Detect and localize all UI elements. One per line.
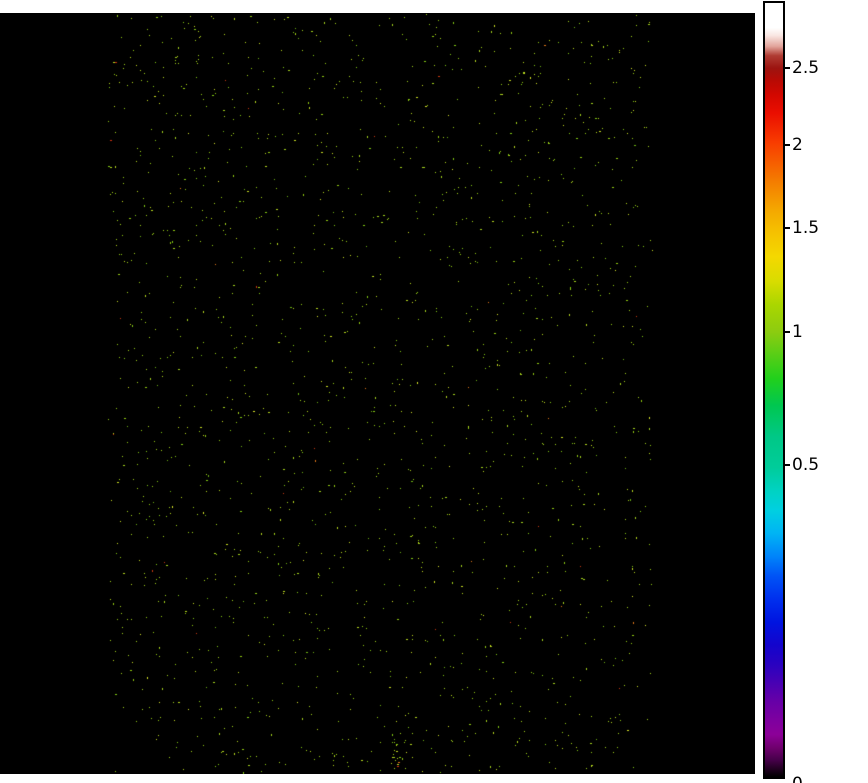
colorbar-tick <box>785 464 790 466</box>
colorbar-tick <box>785 331 790 333</box>
colorbar-tick-label: 1.5 <box>792 218 820 238</box>
colorbar-tick <box>785 227 790 229</box>
colorbar-tick <box>785 67 790 69</box>
colorbar-tick-label: 1 <box>792 322 803 342</box>
figure: 2.5 2 1.5 1 0.5 0 <box>0 0 868 783</box>
colorbar-tick-label: 2.5 <box>792 58 820 78</box>
image-panel <box>0 13 755 774</box>
colorbar-tick-label: 2 <box>792 135 803 155</box>
colorbar-tick <box>785 144 790 146</box>
event-scatter-canvas <box>0 13 755 774</box>
colorbar-tick-label: 0.5 <box>792 455 820 475</box>
colorbar <box>763 1 785 779</box>
colorbar-tick-label: 0 <box>792 774 803 783</box>
